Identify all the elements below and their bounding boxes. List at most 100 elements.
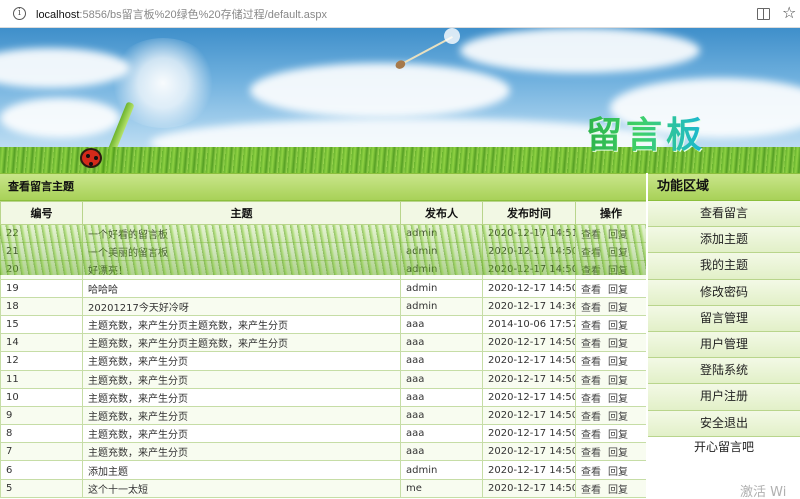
topic-table: 编号 主题 发布人 发布时间 操作 22 一个好看的留言板 admin 2020-12… bbox=[0, 201, 646, 498]
row-id: 15 bbox=[0, 314, 83, 335]
table-row: 14 主题充数，来产生分页主题充数，来产生分页 aaa 2020-12-17 14:5… bbox=[0, 333, 646, 353]
reply-link[interactable]: 回复 bbox=[608, 230, 628, 241]
topic-table-body: 22 一个好看的留言板 admin 2020-12-17 14:51 查看 回复 21 一个美… bbox=[0, 223, 646, 498]
row-actions: 查看 回复 bbox=[575, 333, 646, 353]
page-root: i localhost:5856/bs留言板%20绿色%20存储过程/defau… bbox=[0, 0, 800, 499]
row-title-link[interactable]: 20201217今天好冷呀 bbox=[82, 296, 401, 316]
row-actions: 查看 回复 bbox=[575, 278, 646, 298]
row-title-link[interactable]: 主题充数，来产生分页 bbox=[82, 424, 401, 444]
reply-link[interactable]: 回复 bbox=[608, 467, 628, 478]
column-header-time: 发布时间 bbox=[482, 201, 576, 225]
row-title-link[interactable]: 主题充数，来产生分页主题充数，来产生分页 bbox=[82, 314, 401, 335]
row-title-link[interactable]: 主题充数，来产生分页 bbox=[82, 369, 401, 389]
reply-link[interactable]: 回复 bbox=[608, 448, 628, 459]
reader-view-icon[interactable] bbox=[757, 8, 770, 20]
row-title-link[interactable]: 一个美丽的留言板 bbox=[82, 242, 401, 262]
view-link[interactable]: 查看 bbox=[581, 357, 601, 368]
topic-list-panel: 查看留言主题 编号 主题 发布人 发布时间 操作 22 一个好看的留言板 admin… bbox=[0, 173, 646, 499]
row-title-link[interactable]: 一个好看的留言板 bbox=[82, 223, 401, 244]
reply-link[interactable]: 回复 bbox=[608, 321, 628, 332]
view-link[interactable]: 查看 bbox=[581, 321, 601, 332]
view-link[interactable]: 查看 bbox=[581, 467, 601, 478]
reply-link[interactable]: 回复 bbox=[608, 357, 628, 368]
row-actions: 查看 回复 bbox=[575, 387, 646, 407]
row-time: 2020-12-17 14:50 bbox=[482, 260, 576, 280]
bookmark-star-icon[interactable]: ☆ bbox=[782, 4, 796, 22]
row-title-link[interactable]: 主题充数，来产生分页主题充数，来产生分页 bbox=[82, 333, 401, 353]
row-time: 2020-12-17 14:50 bbox=[482, 460, 576, 480]
row-author: admin bbox=[400, 278, 483, 298]
view-link[interactable]: 查看 bbox=[581, 376, 601, 387]
reply-link[interactable]: 回复 bbox=[608, 285, 628, 296]
reply-link[interactable]: 回复 bbox=[608, 339, 628, 350]
row-time: 2020-12-17 14:50 bbox=[482, 478, 576, 498]
row-id: 9 bbox=[0, 405, 83, 426]
view-link[interactable]: 查看 bbox=[581, 430, 601, 441]
url-text[interactable]: localhost:5856/bs留言板%20绿色%20存储过程/default… bbox=[36, 6, 327, 22]
column-header-author: 发布人 bbox=[400, 201, 483, 225]
table-row: 22 一个好看的留言板 admin 2020-12-17 14:51 查看 回复 bbox=[0, 223, 646, 244]
row-id: 22 bbox=[0, 223, 83, 244]
sidebar-item-4[interactable]: 留言管理 bbox=[648, 305, 800, 332]
row-title-link[interactable]: 这个十一太短 bbox=[82, 478, 401, 498]
table-row: 5 这个十一太短 me 2020-12-17 14:50 查看 回复 bbox=[0, 478, 646, 498]
row-time: 2020-12-17 14:50 bbox=[482, 278, 576, 298]
sidebar-item-8[interactable]: 安全退出 bbox=[648, 410, 800, 437]
column-header-title: 主题 bbox=[82, 201, 401, 225]
row-title-link[interactable]: 添加主题 bbox=[82, 460, 401, 480]
view-link[interactable]: 查看 bbox=[581, 303, 601, 314]
table-row: 7 主题充数，来产生分页 aaa 2020-12-17 14:50 查看 回复 bbox=[0, 442, 646, 462]
row-actions: 查看 回复 bbox=[575, 369, 646, 389]
reply-link[interactable]: 回复 bbox=[608, 248, 628, 259]
view-link[interactable]: 查看 bbox=[581, 448, 601, 459]
sidebar-item-3[interactable]: 修改密码 bbox=[648, 279, 800, 306]
sidebar-item-5[interactable]: 用户管理 bbox=[648, 331, 800, 359]
reply-link[interactable]: 回复 bbox=[608, 376, 628, 387]
row-title-link[interactable]: 哈哈哈 bbox=[82, 278, 401, 298]
view-link[interactable]: 查看 bbox=[581, 266, 601, 277]
row-id: 11 bbox=[0, 369, 83, 389]
view-link[interactable]: 查看 bbox=[581, 339, 601, 350]
table-row: 11 主题充数，来产生分页 aaa 2020-12-17 14:50 查看 回复 bbox=[0, 369, 646, 389]
row-title-link[interactable]: 主题充数，来产生分页 bbox=[82, 405, 401, 426]
view-link[interactable]: 查看 bbox=[581, 394, 601, 405]
row-time: 2020-12-17 14:50 bbox=[482, 242, 576, 262]
site-info-icon[interactable]: i bbox=[13, 7, 26, 20]
view-link[interactable]: 查看 bbox=[581, 230, 601, 241]
table-row: 9 主题充数，来产生分页 aaa 2020-12-17 14:50 查看 回复 bbox=[0, 405, 646, 426]
reply-link[interactable]: 回复 bbox=[608, 485, 628, 496]
reply-link[interactable]: 回复 bbox=[608, 303, 628, 314]
row-title-link[interactable]: 主题充数，来产生分页 bbox=[82, 387, 401, 407]
view-link[interactable]: 查看 bbox=[581, 485, 601, 496]
sidebar-item-0[interactable]: 查看留言 bbox=[648, 201, 800, 228]
reply-link[interactable]: 回复 bbox=[608, 430, 628, 441]
row-id: 14 bbox=[0, 333, 83, 353]
row-time: 2020-12-17 14:36 bbox=[482, 296, 576, 316]
cloud-decoration bbox=[250, 63, 510, 118]
sidebar-item-2[interactable]: 我的主题 bbox=[648, 253, 800, 280]
row-actions: 查看 回复 bbox=[575, 223, 646, 244]
browser-address-bar[interactable]: i localhost:5856/bs留言板%20绿色%20存储过程/defau… bbox=[0, 0, 800, 28]
row-title-link[interactable]: 主题充数，来产生分页 bbox=[82, 442, 401, 462]
reply-link[interactable]: 回复 bbox=[608, 266, 628, 277]
view-link[interactable]: 查看 bbox=[581, 412, 601, 423]
sidebar-footer-text: 开心留言吧 bbox=[693, 439, 754, 454]
cloud-decoration bbox=[460, 28, 700, 73]
view-link[interactable]: 查看 bbox=[581, 285, 601, 296]
row-time: 2020-12-17 14:50 bbox=[482, 387, 576, 407]
row-title-link[interactable]: 好漂亮！ bbox=[82, 260, 401, 280]
row-title-link[interactable]: 主题充数，来产生分页 bbox=[82, 351, 401, 371]
row-time: 2020-12-17 14:50 bbox=[482, 369, 576, 389]
table-row: 12 主题充数，来产生分页 aaa 2020-12-17 14:50 查看 回复 bbox=[0, 351, 646, 371]
view-link[interactable]: 查看 bbox=[581, 248, 601, 259]
sidebar-item-6[interactable]: 登陆系统 bbox=[648, 358, 800, 385]
column-header-actions: 操作 bbox=[575, 201, 646, 225]
sidebar-item-1[interactable]: 添加主题 bbox=[648, 227, 800, 254]
sidebar-menu: 查看留言 添加主题 我的主题 修改密码 留言管理 用户管理 登陆系统 用户注册 安全退出 bbox=[648, 201, 800, 437]
reply-link[interactable]: 回复 bbox=[608, 412, 628, 423]
row-author: admin bbox=[400, 260, 483, 280]
row-actions: 查看 回复 bbox=[575, 424, 646, 444]
reply-link[interactable]: 回复 bbox=[608, 394, 628, 405]
sidebar-item-7[interactable]: 用户注册 bbox=[648, 384, 800, 411]
ladybug-image bbox=[80, 148, 102, 168]
